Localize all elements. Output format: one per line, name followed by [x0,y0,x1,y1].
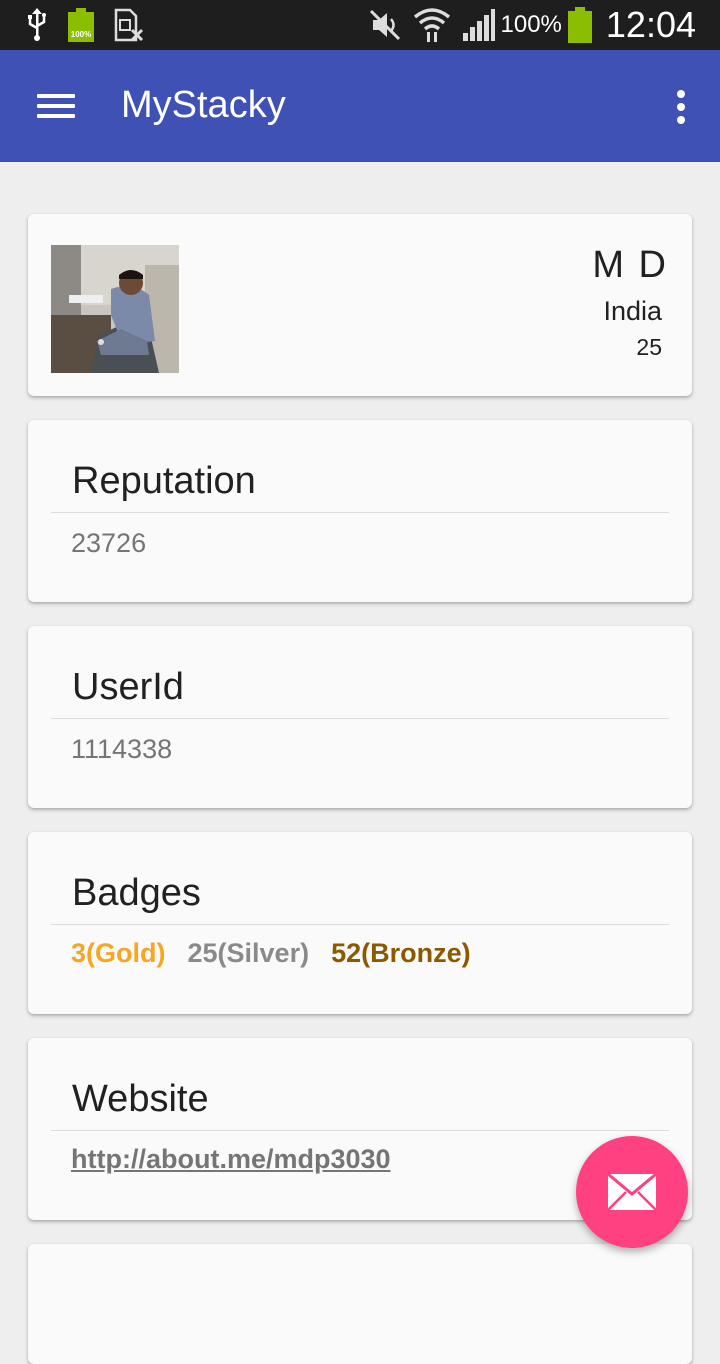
divider [51,924,669,925]
profile-card: M D India 25 [28,214,692,396]
menu-icon[interactable] [28,86,84,126]
divider [51,512,669,513]
profile-age: 25 [636,334,662,360]
status-left-icons: 100% [26,8,144,42]
usb-icon [28,8,46,41]
badges-row: 3(Gold) 25(Silver) 52(Bronze) [71,938,471,969]
user-id-value: 1114338 [71,734,173,764]
overflow-menu-icon[interactable] [666,86,694,128]
website-link[interactable]: http://about.me/mdp3030 [71,1144,391,1175]
card-title: Badges [72,872,201,914]
gold-badge-count: 3(Gold) [71,938,166,968]
divider [51,1130,669,1131]
profile-name: M D [592,244,668,286]
mail-icon [607,1172,657,1211]
profile-country: India [603,296,662,326]
card-title: UserId [72,666,184,708]
card-title: Reputation [72,460,256,502]
battery-percent: 100% [500,11,562,38]
divider [51,718,669,719]
battery-icon: 100% [68,8,94,42]
reputation-card: Reputation 23726 [28,420,692,602]
badges-card: Badges 3(Gold) 25(Silver) 52(Bronze) [28,832,692,1014]
silver-badge-count: 25(Silver) [187,938,310,968]
user-id-card: UserId 1114338 [28,626,692,808]
battery-small-label: 100% [70,30,92,39]
status-bar: 100% 100% 12:04 [0,0,720,50]
avatar [51,245,179,373]
mail-fab-button[interactable] [576,1136,688,1248]
battery-icon [567,7,592,43]
card-title: Website [72,1078,209,1120]
status-right-icons: 100% 12:04 [369,0,696,50]
reputation-value: 23726 [71,528,147,558]
mute-icon [369,9,400,41]
sim-off-icon [114,8,144,42]
next-card [28,1244,692,1364]
app-title: MyStacky [121,84,286,126]
app-bar: MyStacky [0,50,720,162]
wifi-icon [413,8,450,42]
signal-icon [462,9,495,41]
clock: 12:04 [605,4,696,45]
bronze-badge-count: 52(Bronze) [331,938,471,968]
